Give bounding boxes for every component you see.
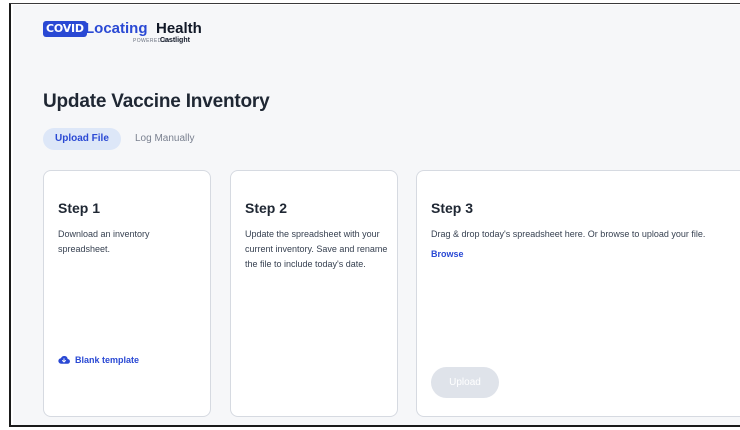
upload-button[interactable]: Upload bbox=[431, 367, 499, 398]
app-window: COVID Locating Health POWERED BY Castlig… bbox=[9, 3, 740, 427]
step-1-title: Step 1 bbox=[58, 200, 101, 216]
logo-word-locating: Locating bbox=[85, 20, 148, 37]
step-3-card[interactable]: Step 3 Drag & drop today's spreadsheet h… bbox=[416, 170, 740, 417]
tab-log-manually[interactable]: Log Manually bbox=[135, 128, 194, 150]
step-2-description: Update the spreadsheet with your current… bbox=[245, 229, 388, 269]
logo-badge: COVID bbox=[43, 21, 87, 37]
blank-template-link[interactable]: Blank template bbox=[58, 353, 139, 367]
step-1-description: Download an inventory spreadsheet. bbox=[58, 229, 150, 254]
step-1-card: Step 1 Download an inventory spreadsheet… bbox=[43, 170, 211, 417]
cloud-download-icon bbox=[58, 355, 70, 364]
blank-template-label: Blank template bbox=[75, 355, 140, 365]
tab-upload-file[interactable]: Upload File bbox=[43, 128, 121, 150]
step-2-card: Step 2 Update the spreadsheet with your … bbox=[230, 170, 398, 417]
step-3-description: Drag & drop today's spreadsheet here. Or… bbox=[431, 229, 706, 239]
page: COVID Locating Health POWERED BY Castlig… bbox=[13, 5, 740, 425]
step-3-title: Step 3 bbox=[431, 200, 474, 216]
browse-link[interactable]: Browse bbox=[431, 249, 464, 259]
page-title: Update Vaccine Inventory bbox=[43, 91, 270, 112]
logo-castlight: Castlight bbox=[160, 37, 190, 44]
step-2-title: Step 2 bbox=[245, 200, 288, 216]
